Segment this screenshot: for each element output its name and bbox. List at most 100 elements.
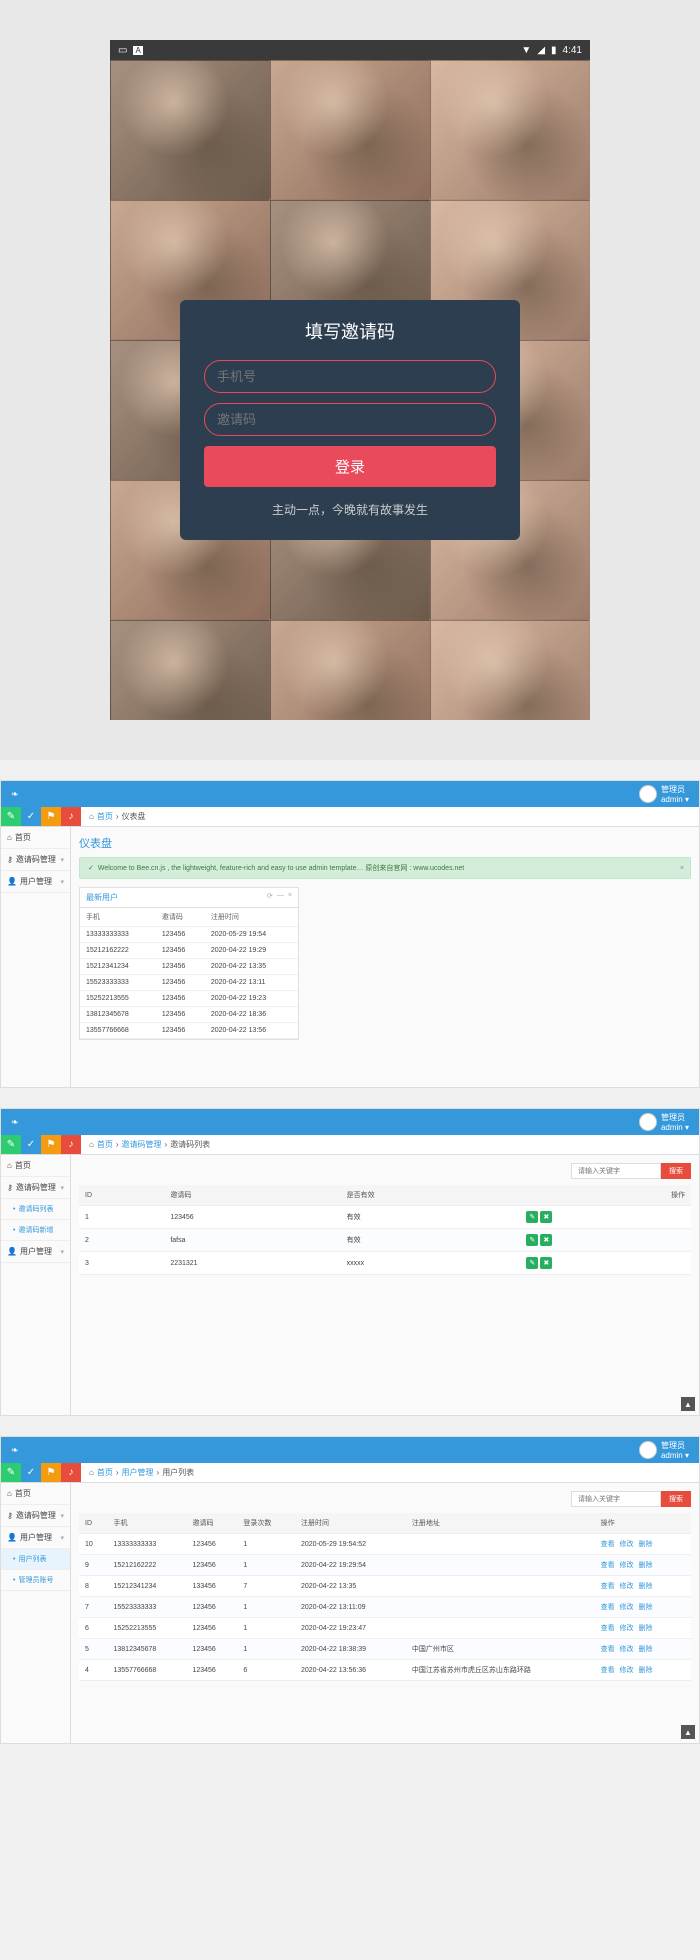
op-link[interactable]: 修改 <box>620 1625 634 1632</box>
op-link[interactable]: 删除 <box>639 1646 653 1653</box>
table-row[interactable]: 32231321xxxxx✎✖ <box>79 1252 691 1275</box>
bc-parent[interactable]: 用户管理 <box>122 1467 154 1478</box>
sidebar: ⌂首页⚷邀请码管理▾👤用户管理▾ <box>1 827 71 1087</box>
table-row[interactable]: 51381234567812345612020-04-22 18:38:39中国… <box>79 1639 691 1660</box>
sidebar-item[interactable]: 👤用户管理▾ <box>1 871 70 893</box>
toolbar-btn-4[interactable]: ♪ <box>61 1135 81 1154</box>
table-row[interactable]: 138123456781234562020-04-22 18:36 <box>80 1007 298 1023</box>
close-icon[interactable]: × <box>288 892 292 903</box>
table-row[interactable]: 152123412341234562020-04-22 13:35 <box>80 959 298 975</box>
op-link[interactable]: 查看 <box>601 1646 615 1653</box>
alert-close-icon[interactable]: × <box>680 865 684 872</box>
delete-icon[interactable]: ✖ <box>540 1211 552 1223</box>
phone-input[interactable] <box>204 360 496 393</box>
toolbar-btn-1[interactable]: ✎ <box>1 807 21 826</box>
toolbar-btn-2[interactable]: ✓ <box>21 807 41 826</box>
search-button[interactable]: 搜索 <box>661 1163 691 1179</box>
sidebar-item[interactable]: ⌂首页 <box>1 827 70 849</box>
toolbar-btn-2[interactable]: ✓ <box>21 1135 41 1154</box>
op-link[interactable]: 查看 <box>601 1583 615 1590</box>
table-row[interactable]: 133333333331234562020-05-29 19:54 <box>80 927 298 943</box>
sidebar-item[interactable]: 👤用户管理▾ <box>1 1241 70 1263</box>
scroll-top-button[interactable]: ▲ <box>681 1397 695 1411</box>
sidebar-item[interactable]: 👤用户管理▾ <box>1 1527 70 1549</box>
table-row[interactable]: 155233333331234562020-04-22 13:11 <box>80 975 298 991</box>
table-row[interactable]: 91521216222212345612020-04-22 19:29:54查看… <box>79 1555 691 1576</box>
table-cell: 3 <box>79 1252 164 1275</box>
table-row[interactable]: 152121622221234562020-04-22 19:29 <box>80 943 298 959</box>
table-row[interactable]: 101333333333312345612020-05-29 19:54:52查… <box>79 1534 691 1555</box>
sidebar: ⌂首页⚷邀请码管理▾👤用户管理▾•用户列表•管理员账号 <box>1 1483 71 1743</box>
op-link[interactable]: 修改 <box>620 1583 634 1590</box>
sidebar-item[interactable]: ⚷邀请码管理▾ <box>1 849 70 871</box>
table-cell: 2020-05-29 19:54:52 <box>295 1534 406 1555</box>
sidebar-item[interactable]: •用户列表 <box>1 1549 70 1570</box>
ops-cell: 查看 修改 删除 <box>595 1639 691 1660</box>
op-link[interactable]: 查看 <box>601 1541 615 1548</box>
sidebar-item[interactable]: •管理员账号 <box>1 1570 70 1591</box>
toolbar-btn-2[interactable]: ✓ <box>21 1463 41 1482</box>
toolbar-btn-4[interactable]: ♪ <box>61 807 81 826</box>
header-user[interactable]: 管理员admin ▾ <box>639 784 689 804</box>
sidebar-item-label: 管理员账号 <box>18 1575 53 1585</box>
op-link[interactable]: 修改 <box>620 1646 634 1653</box>
toolbar-btn-3[interactable]: ⚑ <box>41 1463 61 1482</box>
bc-home[interactable]: 首页 <box>97 1467 113 1478</box>
sidebar-item[interactable]: •邀请码列表 <box>1 1199 70 1220</box>
photo-tile <box>430 620 590 720</box>
op-link[interactable]: 修改 <box>620 1667 634 1674</box>
op-link[interactable]: 修改 <box>620 1604 634 1611</box>
bc-parent[interactable]: 邀请码管理 <box>122 1139 162 1150</box>
toolbar-btn-4[interactable]: ♪ <box>61 1463 81 1482</box>
header-user[interactable]: 管理员admin ▾ <box>639 1440 689 1460</box>
edit-icon[interactable]: ✎ <box>526 1257 538 1269</box>
delete-icon[interactable]: ✖ <box>540 1257 552 1269</box>
sidebar-item[interactable]: ⌂首页 <box>1 1155 70 1177</box>
table-row[interactable]: 2fafsa有效✎✖ <box>79 1229 691 1252</box>
toolbar-btn-1[interactable]: ✎ <box>1 1135 21 1154</box>
op-link[interactable]: 删除 <box>639 1625 653 1632</box>
table-row[interactable]: 81521234123413345672020-04-22 13:35查看 修改… <box>79 1576 691 1597</box>
search-input[interactable] <box>571 1491 661 1507</box>
op-link[interactable]: 删除 <box>639 1541 653 1548</box>
search-button[interactable]: 搜索 <box>661 1491 691 1507</box>
op-link[interactable]: 删除 <box>639 1604 653 1611</box>
table-cell <box>406 1555 595 1576</box>
sidebar-item[interactable]: ⚷邀请码管理▾ <box>1 1177 70 1199</box>
op-link[interactable]: 删除 <box>639 1583 653 1590</box>
toolbar-btn-3[interactable]: ⚑ <box>41 807 61 826</box>
toolbar-btn-3[interactable]: ⚑ <box>41 1135 61 1154</box>
table-row[interactable]: 152522135551234562020-04-22 19:23 <box>80 991 298 1007</box>
scroll-top-button[interactable]: ▲ <box>681 1725 695 1739</box>
table-cell: 15523333333 <box>80 975 156 991</box>
op-link[interactable]: 删除 <box>639 1562 653 1569</box>
header-user[interactable]: 管理员admin ▾ <box>639 1112 689 1132</box>
login-button[interactable]: 登录 <box>204 446 496 487</box>
sidebar-item[interactable]: ⚷邀请码管理▾ <box>1 1505 70 1527</box>
op-link[interactable]: 查看 <box>601 1667 615 1674</box>
table-row[interactable]: 1123456有效✎✖ <box>79 1206 691 1229</box>
op-link[interactable]: 查看 <box>601 1562 615 1569</box>
sidebar-item[interactable]: ⌂首页 <box>1 1483 70 1505</box>
op-link[interactable]: 删除 <box>639 1667 653 1674</box>
toolbar-btn-1[interactable]: ✎ <box>1 1463 21 1482</box>
search-input[interactable] <box>571 1163 661 1179</box>
sidebar-item[interactable]: •邀请码新增 <box>1 1220 70 1241</box>
search-bar: 搜索 <box>79 1163 691 1179</box>
delete-icon[interactable]: ✖ <box>540 1234 552 1246</box>
refresh-icon[interactable]: ⟳ <box>267 892 273 903</box>
table-row[interactable]: 71552333333312345612020-04-22 13:11:09查看… <box>79 1597 691 1618</box>
table-row[interactable]: 41355776666812345662020-04-22 13:56:36中国… <box>79 1660 691 1681</box>
edit-icon[interactable]: ✎ <box>526 1234 538 1246</box>
edit-icon[interactable]: ✎ <box>526 1211 538 1223</box>
op-link[interactable]: 修改 <box>620 1541 634 1548</box>
table-row[interactable]: 135577666681234562020-04-22 13:56 <box>80 1023 298 1039</box>
op-link[interactable]: 查看 <box>601 1604 615 1611</box>
minimize-icon[interactable]: — <box>277 892 284 903</box>
bc-home[interactable]: 首页 <box>97 811 113 822</box>
op-link[interactable]: 查看 <box>601 1625 615 1632</box>
table-row[interactable]: 61525221355512345612020-04-22 19:23:47查看… <box>79 1618 691 1639</box>
op-link[interactable]: 修改 <box>620 1562 634 1569</box>
invite-code-input[interactable] <box>204 403 496 436</box>
bc-home[interactable]: 首页 <box>97 1139 113 1150</box>
